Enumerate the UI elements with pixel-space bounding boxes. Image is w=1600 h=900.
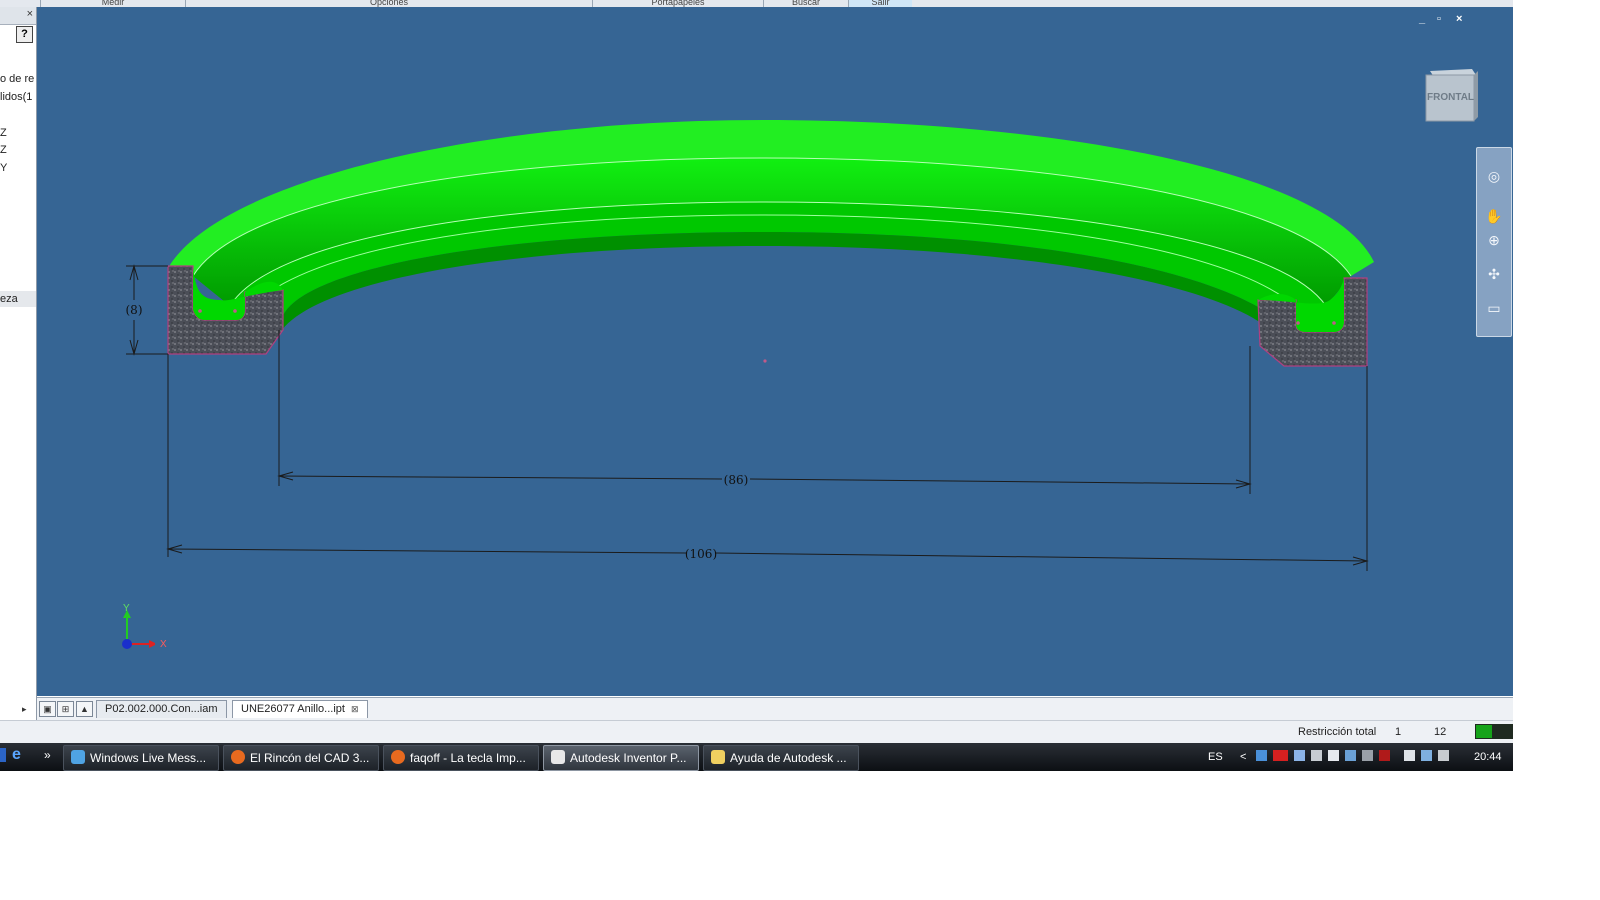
- browser-item-xy-plane[interactable]: Y: [0, 162, 7, 174]
- browser-close-icon[interactable]: ×: [27, 8, 33, 20]
- look-at-icon[interactable]: ▭: [1484, 298, 1504, 318]
- browser-header: ×: [0, 7, 36, 25]
- tray-doc-icon[interactable]: [1328, 750, 1340, 761]
- constraint-indicator: [1475, 724, 1513, 739]
- tile-windows-icon[interactable]: ⊞: [57, 701, 74, 717]
- steering-wheel-icon[interactable]: ◎: [1484, 166, 1504, 186]
- axis-triad: [122, 610, 155, 649]
- document-tab-bar: ▣ ⊞ ▲ P02.002.000.Con...iam UNE26077 Ani…: [37, 697, 1513, 721]
- ribbon-panel-opciones[interactable]: Opciones: [185, 0, 592, 7]
- taskbar-button-label: Autodesk Inventor P...: [570, 751, 687, 765]
- help-icon: [711, 750, 725, 764]
- messenger-icon: [71, 750, 85, 764]
- ribbon-panel-salir[interactable]: Salir: [848, 0, 912, 7]
- help-icon[interactable]: ?: [16, 26, 33, 43]
- inner-diameter-label[interactable]: (86): [724, 473, 749, 487]
- antivirus-shield-icon[interactable]: [1379, 750, 1391, 761]
- firefox-icon: [391, 750, 405, 764]
- tray-expand-icon[interactable]: <: [1240, 743, 1246, 771]
- scroll-right-icon[interactable]: ▸: [22, 704, 27, 715]
- safely-remove-icon[interactable]: [1404, 750, 1415, 761]
- ring-model: (8) (86) (106): [126, 120, 1374, 571]
- tab-part-ring-label: UNE26077 Anillo...ipt: [241, 703, 345, 715]
- status-value-2: 12: [1434, 726, 1447, 738]
- taskbar-button-label: Windows Live Mess...: [90, 751, 207, 765]
- windows-taskbar: e » Windows Live Mess... El Rincón del C…: [0, 743, 1513, 771]
- tab-assembly-label: P02.002.000.Con...iam: [105, 703, 218, 715]
- constraint-status-label: Restricción total: [1298, 726, 1377, 738]
- axis-x-label: X: [160, 639, 167, 650]
- cascade-windows-icon[interactable]: ▣: [39, 701, 56, 717]
- tab-assembly[interactable]: P02.002.000.Con...iam: [96, 700, 227, 718]
- system-tray-icons: [1256, 743, 1396, 771]
- status-value-1: 1: [1395, 726, 1402, 738]
- pan-icon[interactable]: ✋: [1484, 206, 1504, 226]
- internet-explorer-icon[interactable]: e: [12, 746, 21, 764]
- status-bar: Restricción total 1 12: [0, 720, 1513, 743]
- browser-item-solids[interactable]: lidos(1: [0, 91, 32, 103]
- browser-item-yz-plane[interactable]: Z: [0, 127, 7, 139]
- viewcube-face-label[interactable]: FRONTAL: [1427, 92, 1474, 103]
- volume-muted-icon[interactable]: [1438, 750, 1450, 761]
- taskbar-button-label: faqoff - La tecla Imp...: [410, 751, 526, 765]
- inventor-icon: [551, 750, 565, 764]
- inner-diameter-dimension: [277, 330, 1252, 494]
- quick-launch-more-icon[interactable]: »: [44, 748, 51, 762]
- ribbon-panel-buscar[interactable]: Buscar: [763, 0, 848, 7]
- browser-item-end-of-part[interactable]: eza: [0, 293, 18, 305]
- zoom-icon[interactable]: ⊕: [1484, 230, 1504, 250]
- height-dimension-label[interactable]: (8): [126, 303, 143, 317]
- ribbon-panel-medir[interactable]: Medir: [40, 0, 185, 7]
- browser-item-xz-plane[interactable]: Z: [0, 144, 7, 156]
- tray-display-icon[interactable]: [1311, 750, 1323, 761]
- model-browser-panel: × ? o de re lidos(1 Z Z Y eza ▸: [0, 7, 37, 720]
- taskbar-button-label: Ayuda de Autodesk ...: [730, 751, 847, 765]
- taskbar-button-inventor[interactable]: Autodesk Inventor P...: [543, 745, 699, 771]
- tray-sync-icon[interactable]: [1345, 750, 1357, 761]
- tray-user-icon[interactable]: [1294, 750, 1306, 761]
- tray-app-icon[interactable]: [1256, 750, 1267, 761]
- outer-diameter-label[interactable]: (106): [685, 547, 717, 561]
- tray-tool-icon[interactable]: [1362, 750, 1374, 761]
- tab-part-ring[interactable]: UNE26077 Anillo...ipt ⊠: [232, 700, 368, 718]
- taskbar-button-firefox-2[interactable]: faqoff - La tecla Imp...: [383, 745, 539, 771]
- graphics-viewport[interactable]: _ ▫ × (8) (86) (106) Y X FRONTAL ◎ ✋ ⊕ ✣…: [37, 7, 1513, 696]
- arrange-up-icon[interactable]: ▲: [76, 701, 93, 717]
- ati-icon[interactable]: [1273, 750, 1289, 761]
- show-desktop-icon[interactable]: [0, 748, 6, 762]
- outer-diameter-dimension: [166, 354, 1369, 571]
- taskbar-button-label: El Rincón del CAD 3...: [250, 751, 370, 765]
- language-indicator[interactable]: ES: [1208, 743, 1223, 771]
- firefox-icon: [231, 750, 245, 764]
- network-icon[interactable]: [1421, 750, 1433, 761]
- taskbar-button-messenger[interactable]: Windows Live Mess...: [63, 745, 219, 771]
- taskbar-button-help[interactable]: Ayuda de Autodesk ...: [703, 745, 859, 771]
- orbit-icon[interactable]: ✣: [1484, 264, 1504, 284]
- browser-item-origin[interactable]: o de re: [0, 73, 34, 85]
- clock[interactable]: 20:44: [1474, 743, 1502, 771]
- axis-y-label: Y: [123, 603, 130, 614]
- tab-close-icon[interactable]: ⊠: [351, 704, 359, 714]
- center-point: [763, 359, 767, 363]
- navigation-bar: ◎ ✋ ⊕ ✣ ▭: [1476, 147, 1512, 337]
- taskbar-button-firefox-1[interactable]: El Rincón del CAD 3...: [223, 745, 379, 771]
- ribbon-panel-portapapeles[interactable]: Portapapeles: [592, 0, 763, 7]
- system-tray-status-icons: [1404, 743, 1464, 771]
